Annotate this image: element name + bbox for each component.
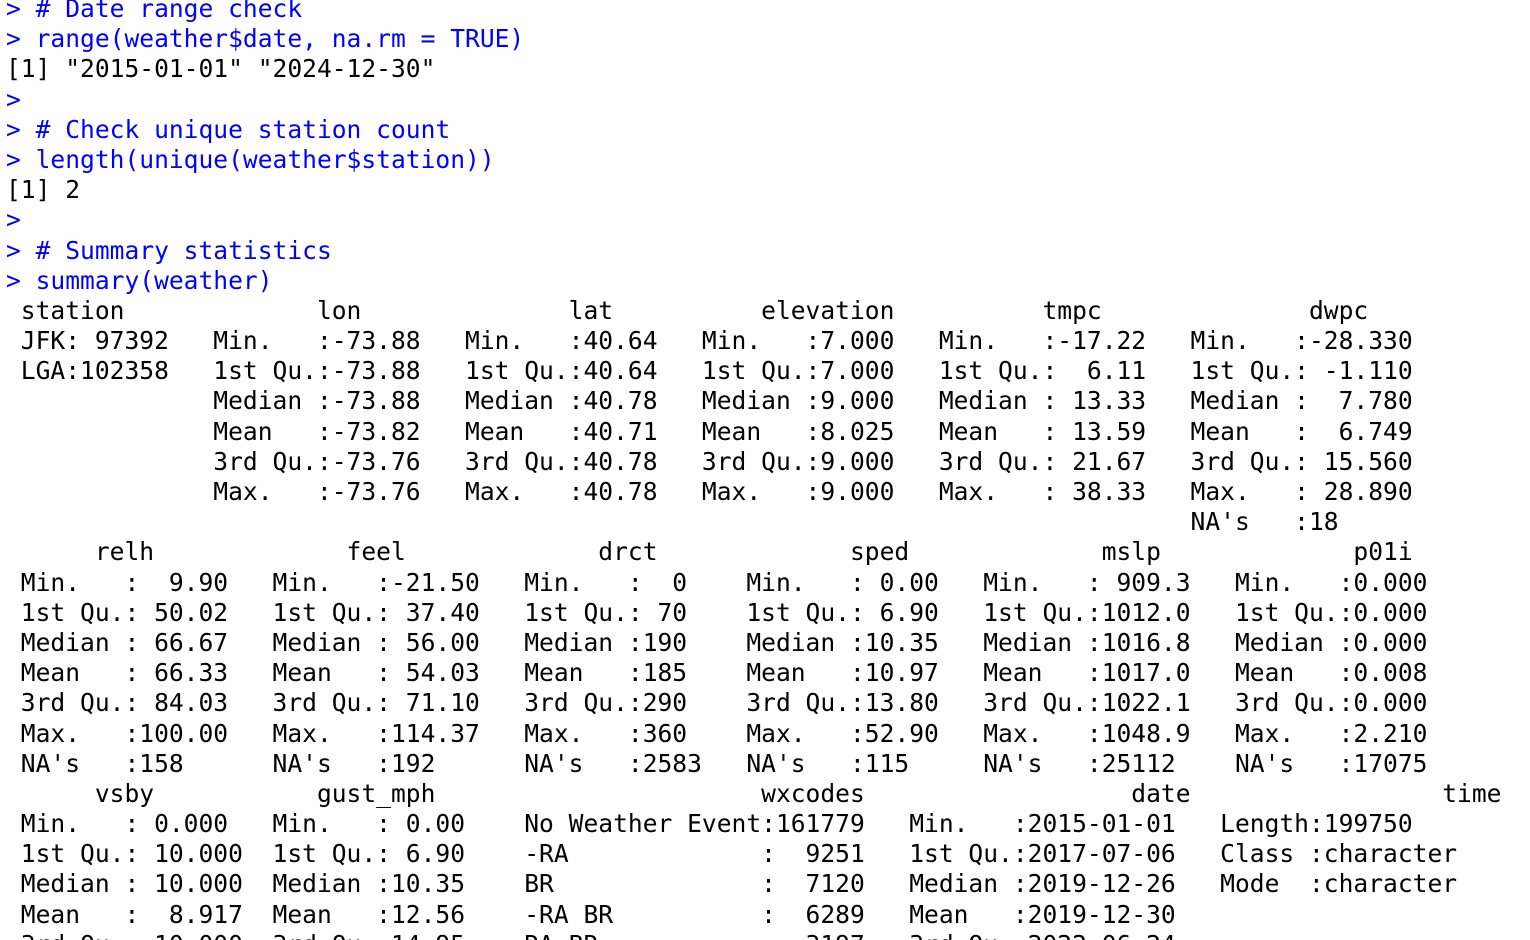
summary-row: Mean : 8.917 Mean :12.56 -RA BR : 6289 M… bbox=[6, 899, 1487, 929]
summary-row: Median : 66.67 Median : 56.00 Median :19… bbox=[6, 627, 1458, 657]
console-line: > bbox=[6, 84, 21, 114]
summary-row: Median :-73.88 Median :40.78 Median :9.0… bbox=[6, 386, 1443, 416]
summary-row: 1st Qu.: 50.02 1st Qu.: 37.40 1st Qu.: 7… bbox=[6, 597, 1458, 627]
summary-row: NA's :158 NA's :192 NA's :2583 NA's :115… bbox=[6, 748, 1458, 778]
summary-row: Mean : 66.33 Mean : 54.03 Mean :185 Mean… bbox=[6, 658, 1458, 688]
summary-row: NA's :18 bbox=[6, 507, 1443, 537]
console-line: [1] 2 bbox=[6, 175, 81, 205]
summary-row: JFK: 97392 Min. :-73.88 Min. :40.64 Min.… bbox=[6, 326, 1443, 356]
summary-header-row: station lon lat elevation tmpc dwpc bbox=[6, 295, 1472, 325]
summary-row: 3rd Qu.: 84.03 3rd Qu.: 71.10 3rd Qu.:29… bbox=[6, 688, 1458, 718]
summary-row: Min. : 9.90 Min. :-21.50 Min. : 0 Min. :… bbox=[6, 567, 1458, 597]
summary-row: Max. :100.00 Max. :114.37 Max. :360 Max.… bbox=[6, 718, 1458, 748]
console-line: > bbox=[6, 205, 21, 235]
console-line: > range(weather$date, na.rm = TRUE) bbox=[6, 24, 525, 54]
console-line: > # Check unique station count bbox=[6, 114, 451, 144]
summary-row: LGA:102358 1st Qu.:-73.88 1st Qu.:40.64 … bbox=[6, 356, 1443, 386]
summary-row: Min. : 0.000 Min. : 0.00 No Weather Even… bbox=[6, 809, 1487, 839]
summary-row: Median : 10.000 Median :10.35 BR : 7120 … bbox=[6, 869, 1487, 899]
summary-row: 1st Qu.: 10.000 1st Qu.: 6.90 -RA : 9251… bbox=[6, 839, 1487, 869]
console-line: > length(unique(weather$station)) bbox=[6, 144, 495, 174]
console-line: > # Summary statistics bbox=[6, 235, 332, 265]
summary-row: 3rd Qu.:-73.76 3rd Qu.:40.78 3rd Qu.:9.0… bbox=[6, 446, 1443, 476]
summary-row: 3rd Qu.: 10.000 3rd Qu.:14.95 RA BR : 31… bbox=[6, 930, 1526, 940]
summary-header-row: relh feel drct sped mslp p01i bbox=[6, 537, 1517, 567]
r-console-output[interactable]: > # Date range check > range(weather$dat… bbox=[6, 0, 1526, 940]
summary-row: Mean :-73.82 Mean :40.71 Mean :8.025 Mea… bbox=[6, 416, 1443, 446]
summary-header-row: vsby gust_mph wxcodes date time bbox=[6, 778, 1526, 808]
console-line: > summary(weather) bbox=[6, 265, 273, 295]
console-line: [1] "2015-01-01" "2024-12-30" bbox=[6, 54, 436, 84]
console-line: > # Date range check bbox=[6, 0, 303, 23]
summary-row: Max. :-73.76 Max. :40.78 Max. :9.000 Max… bbox=[6, 477, 1443, 506]
